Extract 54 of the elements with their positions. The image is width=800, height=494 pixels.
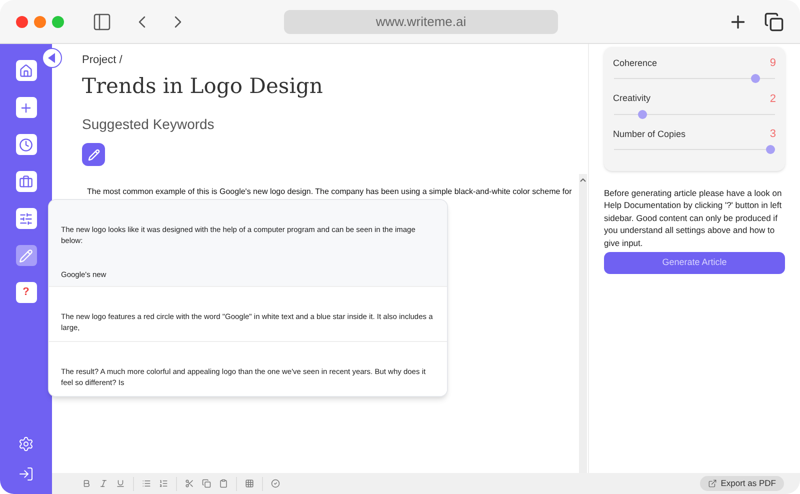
slider-track[interactable] bbox=[614, 142, 775, 156]
bold-icon[interactable] bbox=[82, 479, 91, 488]
external-link-icon bbox=[708, 479, 717, 488]
slider-thumb[interactable] bbox=[638, 110, 648, 118]
sidebar-item[interactable] bbox=[16, 245, 36, 266]
edit-button[interactable] bbox=[82, 143, 105, 166]
scrollbar[interactable] bbox=[579, 174, 587, 473]
bullet-list-icon[interactable] bbox=[142, 479, 151, 488]
sidebar-item[interactable] bbox=[16, 60, 36, 81]
sidebar-item[interactable] bbox=[16, 171, 36, 192]
setting-value: 2 bbox=[770, 92, 776, 106]
editor-text: The most common example of this is Google's new logo design. The company has been using a simple black-and-white color scheme for bbox=[86, 186, 573, 198]
close-window-icon[interactable] bbox=[16, 16, 28, 28]
setting-value: 9 bbox=[770, 56, 776, 71]
settings-icon[interactable] bbox=[18, 436, 34, 452]
slider-track[interactable] bbox=[614, 72, 775, 86]
grid-icon[interactable] bbox=[245, 479, 254, 488]
slider-thumb[interactable] bbox=[750, 74, 760, 83]
italic-icon[interactable] bbox=[99, 479, 108, 488]
clipboard-icon[interactable] bbox=[219, 479, 228, 488]
clock-icon bbox=[19, 138, 33, 152]
maximize-window-icon[interactable] bbox=[52, 16, 64, 28]
export-pdf-button[interactable]: Export as PDF bbox=[700, 476, 784, 491]
pencil-icon bbox=[19, 248, 33, 262]
page-title: Trends in Logo Design bbox=[82, 72, 324, 100]
help-note: Before generating article please have a look on Help Documentation by clicking '?' button in left sidebar. Good content can only be produced if you understand all settings above and how to give input. bbox=[604, 186, 783, 249]
sidebar-item[interactable] bbox=[16, 208, 36, 229]
setting-label: Creativity bbox=[613, 92, 651, 105]
setting-label: Coherence bbox=[613, 56, 658, 70]
numbered-list-icon[interactable] bbox=[159, 479, 168, 488]
tabs-icon[interactable] bbox=[764, 12, 784, 32]
home-icon bbox=[19, 64, 33, 78]
minimize-window-icon[interactable] bbox=[34, 16, 46, 28]
plus-icon bbox=[19, 100, 33, 114]
sidebar-item[interactable] bbox=[16, 97, 36, 118]
collapse-sidebar-icon[interactable] bbox=[42, 48, 62, 68]
subtitle: Suggested Keywords bbox=[82, 115, 216, 134]
sidebar-item[interactable]: ? bbox=[16, 282, 36, 303]
sliders-icon bbox=[19, 212, 33, 226]
briefcase-icon bbox=[19, 174, 33, 188]
check-circle-icon[interactable] bbox=[271, 479, 280, 488]
logout-icon[interactable] bbox=[18, 466, 34, 482]
sidebar-toggle-icon[interactable] bbox=[92, 12, 112, 32]
scissors-icon[interactable] bbox=[185, 479, 194, 488]
scroll-up-icon[interactable] bbox=[580, 178, 586, 182]
underline-icon[interactable] bbox=[116, 479, 125, 488]
breadcrumb: Project / bbox=[82, 53, 124, 68]
address-bar[interactable]: www.writeme.ai bbox=[284, 10, 558, 34]
pencil-icon bbox=[88, 148, 100, 160]
sidebar-item[interactable] bbox=[16, 134, 36, 155]
copy-icon[interactable] bbox=[202, 479, 211, 488]
setting-label: Number of Copies bbox=[613, 128, 686, 141]
slider-thumb[interactable] bbox=[766, 145, 775, 154]
setting-value: 3 bbox=[770, 127, 776, 142]
